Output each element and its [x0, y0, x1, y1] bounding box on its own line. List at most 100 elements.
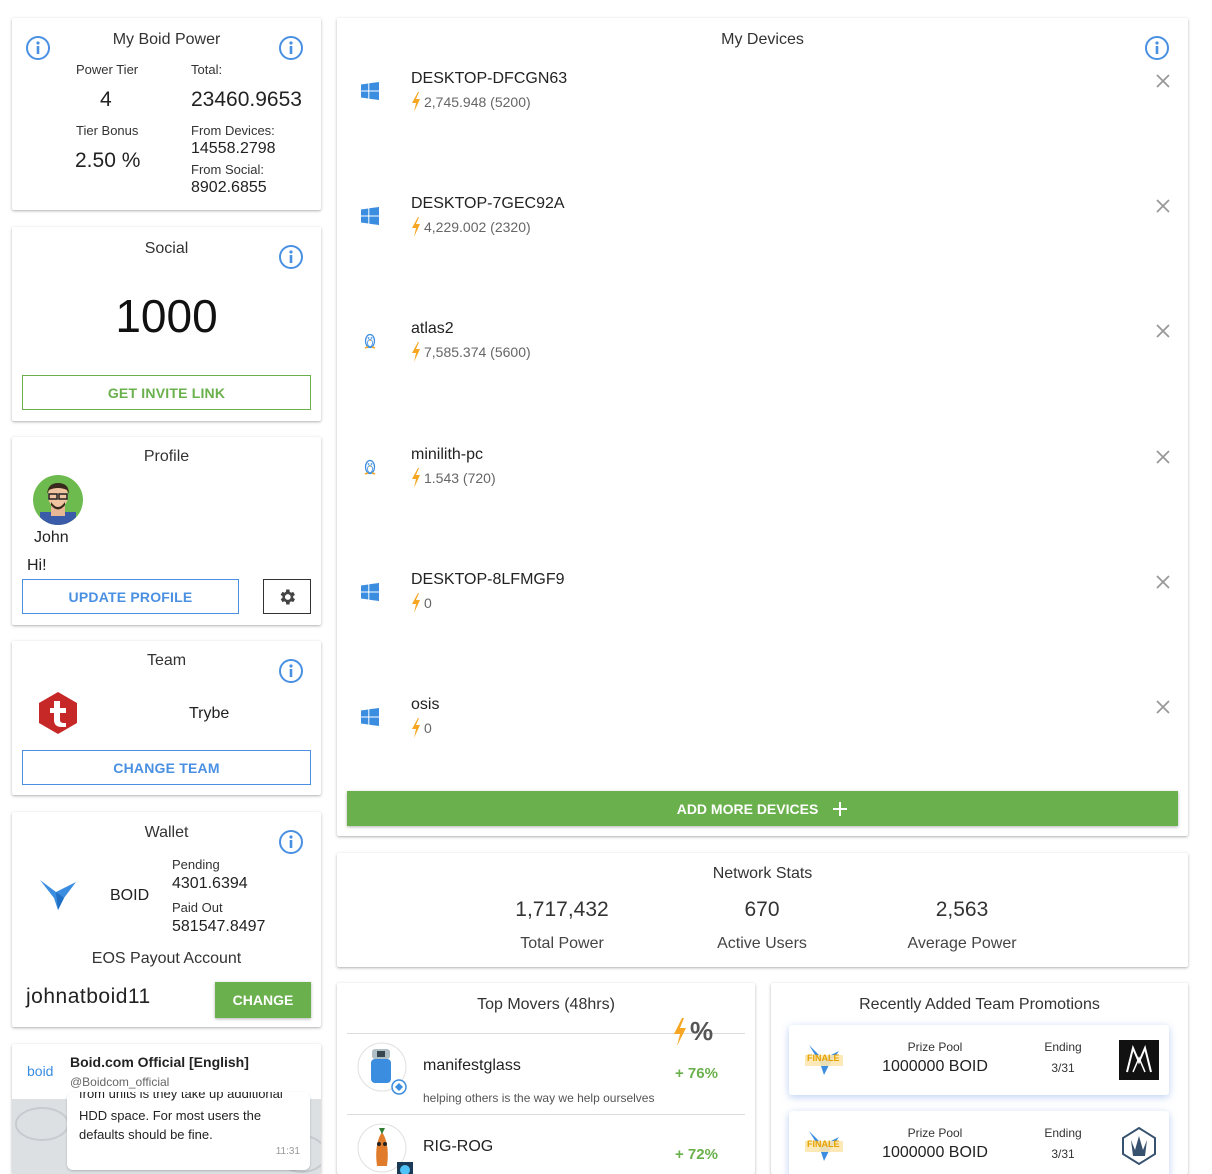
- windows-icon: [361, 708, 379, 726]
- info-icon[interactable]: [1144, 35, 1170, 61]
- ending-value: 3/31: [1051, 1061, 1075, 1075]
- social-title: Social: [144, 240, 189, 257]
- info-icon[interactable]: [278, 658, 304, 684]
- wallet-title: Wallet: [144, 824, 189, 841]
- team-promotions-title: Recently Added Team Promotions: [859, 996, 1100, 1013]
- device-row: osis 0: [337, 696, 1188, 756]
- prize-pool-value: 1000000 BOID: [882, 1058, 988, 1075]
- device-power-value: 0: [424, 595, 432, 611]
- team-card: Team Trybe CHANGE TEAM: [12, 641, 321, 795]
- social-card: Social 1000 GET INVITE LINK: [12, 227, 321, 421]
- total-power-stat: 1,717,432 Total Power: [462, 898, 662, 953]
- device-power: 1.543 (720): [411, 468, 496, 488]
- total-power-value: 1,717,432: [515, 898, 609, 921]
- linux-icon: [361, 332, 379, 350]
- device-power: 2,745.948 (5200): [411, 92, 531, 112]
- team-title: Team: [146, 652, 187, 669]
- device-name: DESKTOP-7GEC92A: [411, 195, 565, 212]
- windows-icon: [361, 583, 379, 601]
- lightning-icon: [412, 468, 420, 488]
- device-row: DESKTOP-DFCGN63 2,745.948 (5200): [337, 70, 1188, 130]
- tweet-card: boid Boid.com Official [English] @Boidco…: [12, 1044, 321, 1174]
- team-promotions-card: Recently Added Team Promotions FINALE Pr…: [771, 983, 1188, 1174]
- from-devices-value: 14558.2798: [191, 140, 276, 157]
- power-tier-label: Power Tier: [76, 62, 139, 77]
- network-stats-title: Network Stats: [712, 865, 813, 882]
- change-team-button[interactable]: CHANGE TEAM: [22, 750, 311, 785]
- active-users-stat: 670 Active Users: [662, 898, 862, 953]
- from-social-value: 8902.6855: [191, 179, 267, 196]
- device-power: 7,585.374 (5600): [411, 342, 531, 362]
- devices-title: My Devices: [721, 31, 804, 48]
- add-more-devices-button[interactable]: ADD MORE DEVICES: [347, 791, 1178, 826]
- lightning-icon: [412, 217, 420, 237]
- payout-account-value: johnatboid11: [26, 985, 151, 1008]
- device-power: 0: [411, 593, 432, 613]
- close-icon[interactable]: [1154, 322, 1172, 340]
- mover-avatar: [357, 1123, 413, 1174]
- device-name: DESKTOP-8LFMGF9: [411, 571, 565, 588]
- close-icon[interactable]: [1154, 448, 1172, 466]
- tweet-handle[interactable]: @Boidcom_official: [70, 1075, 169, 1089]
- top-movers-card: Top Movers (48hrs) % manifestglass helpi…: [337, 983, 755, 1174]
- total-value: 23460.9653: [191, 88, 302, 111]
- active-users-value: 670: [744, 898, 780, 921]
- windows-icon: [361, 82, 379, 100]
- tweet-account-name[interactable]: Boid.com Official [English]: [70, 1054, 249, 1070]
- mover-name: RIG-ROG: [423, 1138, 494, 1155]
- ending-label: Ending: [1044, 1126, 1082, 1140]
- device-row: DESKTOP-7GEC92A 4,229.002 (2320): [337, 195, 1188, 255]
- info-icon[interactable]: [278, 829, 304, 855]
- lightning-icon: [412, 342, 420, 362]
- average-power-stat: 2,563 Average Power: [862, 898, 1062, 953]
- prize-pool-label: Prize Pool: [907, 1126, 963, 1140]
- top-movers-title: Top Movers (48hrs): [477, 996, 615, 1013]
- tier-bonus-value: 2.50 %: [75, 149, 141, 172]
- boid-power-card: My Boid Power Power Tier 4 Total: 23460.…: [12, 18, 321, 210]
- get-invite-link-button[interactable]: GET INVITE LINK: [22, 375, 311, 410]
- average-power-value: 2,563: [935, 898, 989, 921]
- device-power: 4,229.002 (2320): [411, 217, 531, 237]
- from-devices-label: From Devices:: [191, 123, 275, 138]
- ending-value: 3/31: [1051, 1147, 1075, 1161]
- close-icon[interactable]: [1154, 72, 1172, 90]
- lightning-icon: [412, 718, 420, 738]
- total-label: Total:: [191, 62, 223, 77]
- device-row: minilith-pc 1.543 (720): [337, 446, 1188, 506]
- promotion-item[interactable]: FINALE Prize Pool 1000000 BOID Ending 3/…: [789, 1025, 1169, 1095]
- plus-icon: [833, 801, 848, 816]
- profile-name: John: [34, 529, 69, 546]
- movers-row-divider: [347, 1114, 745, 1115]
- close-icon[interactable]: [1154, 197, 1172, 215]
- tweet-text-top: from units is they take up additional: [79, 1092, 283, 1101]
- linux-icon: [361, 458, 379, 476]
- device-power-value: 2,745.948 (5200): [424, 94, 531, 110]
- devices-card: My Devices DESKTOP-DFCGN63 2,745.948 (520…: [337, 18, 1188, 836]
- average-power-label: Average Power: [907, 935, 1017, 952]
- promotion-item[interactable]: FINALE Prize Pool 1000000 BOID Ending 3/…: [789, 1111, 1169, 1174]
- device-power-value: 7,585.374 (5600): [424, 344, 531, 360]
- update-profile-button[interactable]: UPDATE PROFILE: [22, 579, 239, 614]
- info-icon[interactable]: [278, 35, 304, 61]
- close-icon[interactable]: [1154, 573, 1172, 591]
- info-icon[interactable]: [278, 244, 304, 270]
- settings-button[interactable]: [263, 579, 311, 614]
- device-name: minilith-pc: [411, 446, 484, 463]
- prize-pool-label: Prize Pool: [907, 1040, 963, 1054]
- lightning-icon: [412, 593, 420, 613]
- paid-out-label: Paid Out: [172, 900, 223, 915]
- boid-logo: boid: [27, 1063, 54, 1079]
- change-payout-button[interactable]: CHANGE: [215, 982, 311, 1018]
- wallet-token: BOID: [110, 887, 150, 904]
- device-power: 0: [411, 718, 432, 738]
- finale-badge-text: FINALE: [807, 1139, 840, 1149]
- close-icon[interactable]: [1154, 698, 1172, 716]
- mover-row[interactable]: manifestglass helping others is the way …: [347, 1041, 745, 1113]
- mover-row[interactable]: RIG-ROG + 72%: [347, 1122, 745, 1174]
- tweet-bubble: from units is they take up additional HD…: [67, 1092, 310, 1170]
- wallet-card: Wallet BOID Pending 4301.6394 Paid Out 5…: [12, 812, 321, 1027]
- mover-avatar: [357, 1042, 407, 1095]
- pending-value: 4301.6394: [172, 875, 248, 892]
- windows-icon: [361, 207, 379, 225]
- finale-badge-text: FINALE: [807, 1053, 840, 1063]
